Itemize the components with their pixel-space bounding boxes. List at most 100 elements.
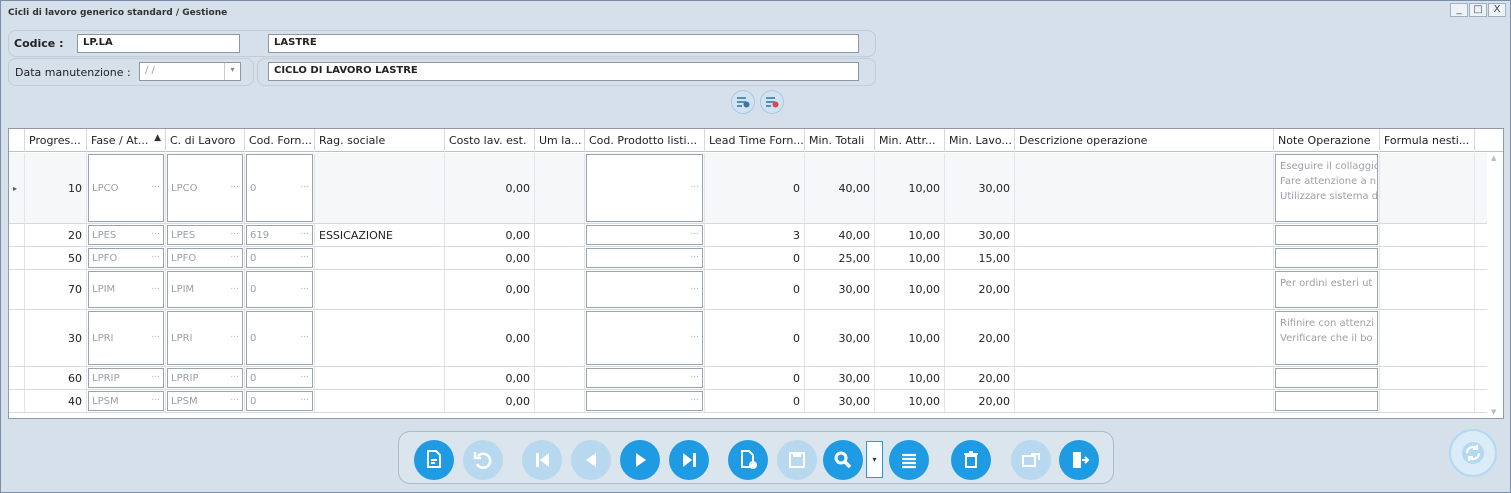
cell-desc[interactable] xyxy=(1015,367,1274,389)
cell-form[interactable] xyxy=(1380,153,1475,223)
cell-cdl[interactable]: LPSM ··· xyxy=(166,390,245,412)
col-header-descrizione[interactable]: Descrizione operazione xyxy=(1015,129,1274,152)
cell-prod[interactable]: ··· xyxy=(585,247,705,269)
cod-prodotto-input[interactable]: ··· xyxy=(586,311,703,365)
col-header-rag-sociale[interactable]: Rag. sociale xyxy=(315,129,445,152)
col-header-fase[interactable]: Fase / At... ▲ xyxy=(87,129,166,152)
lookup-ellipsis-icon[interactable]: ··· xyxy=(690,230,699,240)
cell-rag[interactable] xyxy=(315,310,445,366)
cell-costo[interactable]: 0,00 xyxy=(445,224,535,246)
cell-cdl[interactable]: LPRIP ··· xyxy=(166,367,245,389)
cdl-input[interactable]: LPCO ··· xyxy=(167,154,243,222)
lookup-ellipsis-icon[interactable]: ··· xyxy=(300,183,309,193)
scroll-up-arrow[interactable]: ▲ xyxy=(1491,154,1496,162)
cell-um[interactable] xyxy=(535,153,585,223)
ciclo-description-input[interactable]: CICLO DI LAVORO LASTRE xyxy=(268,62,859,81)
cell-costo[interactable]: 0,00 xyxy=(445,390,535,412)
cell-rag[interactable] xyxy=(315,247,445,269)
col-header-min-lavo[interactable]: Min. Lavo... xyxy=(945,129,1015,152)
cell-prog[interactable]: 30 xyxy=(25,310,87,366)
cell-um[interactable] xyxy=(535,367,585,389)
add-row-button[interactable] xyxy=(731,90,755,114)
note-operazione-memo[interactable]: Per ordini esteri ut xyxy=(1275,271,1378,308)
cell-prod[interactable]: ··· xyxy=(585,310,705,366)
search-dropdown-arrow[interactable]: ▾ xyxy=(866,441,883,478)
cod-prodotto-input[interactable]: ··· xyxy=(586,391,703,411)
lookup-ellipsis-icon[interactable]: ··· xyxy=(300,373,309,383)
cell-desc[interactable] xyxy=(1015,247,1274,269)
note-operazione-memo[interactable]: Eseguire il collaggio Fare attenzione a n… xyxy=(1275,154,1378,222)
forn-input[interactable]: 619 ··· xyxy=(246,225,313,245)
cell-tot[interactable]: 30,00 xyxy=(805,310,875,366)
cell-forn[interactable]: 0 ··· xyxy=(245,310,315,366)
cell-rag[interactable] xyxy=(315,270,445,309)
cdl-input[interactable]: LPES ··· xyxy=(167,225,243,245)
cell-costo[interactable]: 0,00 xyxy=(445,247,535,269)
cell-costo[interactable]: 0,00 xyxy=(445,310,535,366)
cell-lav[interactable]: 20,00 xyxy=(945,367,1015,389)
lookup-ellipsis-icon[interactable]: ··· xyxy=(690,183,699,193)
cell-lead[interactable]: 0 xyxy=(705,310,805,366)
table-row[interactable]: 20 LPES ··· LPES ··· 619 ··· ESSICAZIONE 0,00 ···… xyxy=(9,224,1487,247)
cell-fase[interactable]: LPRI ··· xyxy=(87,310,166,366)
col-header-cod-prodotto[interactable]: Cod. Prodotto listi... xyxy=(585,129,705,152)
cell-attr[interactable]: 10,00 xyxy=(875,390,945,412)
cell-lead[interactable]: 3 xyxy=(705,224,805,246)
lookup-ellipsis-icon[interactable]: ··· xyxy=(230,284,239,294)
cell-prod[interactable]: ··· xyxy=(585,390,705,412)
fase-input[interactable]: LPIM ··· xyxy=(88,271,164,308)
note-operazione-memo[interactable] xyxy=(1275,225,1378,245)
col-header-formula[interactable]: Formula nesti... xyxy=(1380,129,1475,152)
first-record-button[interactable] xyxy=(522,440,562,480)
close-button[interactable]: X xyxy=(1488,3,1506,17)
cell-costo[interactable]: 0,00 xyxy=(445,153,535,223)
cell-attr[interactable]: 10,00 xyxy=(875,367,945,389)
cell-prog[interactable]: 10 xyxy=(25,153,87,223)
forn-input[interactable]: 0 ··· xyxy=(246,391,313,411)
cell-prod[interactable]: ··· xyxy=(585,153,705,223)
vertical-scrollbar[interactable]: ▲ ▼ xyxy=(1487,152,1503,418)
export-button[interactable] xyxy=(1011,440,1051,480)
cell-desc[interactable] xyxy=(1015,390,1274,412)
cell-um[interactable] xyxy=(535,310,585,366)
lookup-ellipsis-icon[interactable]: ··· xyxy=(690,333,699,343)
delete-button[interactable] xyxy=(951,440,991,480)
cell-lead[interactable]: 0 xyxy=(705,367,805,389)
lookup-ellipsis-icon[interactable]: ··· xyxy=(690,284,699,294)
cell-attr[interactable]: 10,00 xyxy=(875,270,945,309)
cell-forn[interactable]: 0 ··· xyxy=(245,270,315,309)
lookup-ellipsis-icon[interactable]: ··· xyxy=(230,333,239,343)
cell-costo[interactable]: 0,00 xyxy=(445,270,535,309)
cell-lav[interactable]: 20,00 xyxy=(945,270,1015,309)
lookup-ellipsis-icon[interactable]: ··· xyxy=(230,183,239,193)
forn-input[interactable]: 0 ··· xyxy=(246,154,313,222)
cell-lav[interactable]: 20,00 xyxy=(945,390,1015,412)
lookup-ellipsis-icon[interactable]: ··· xyxy=(300,333,309,343)
fase-input[interactable]: LPRI ··· xyxy=(88,311,164,365)
delete-row-button[interactable] xyxy=(760,90,784,114)
cell-note[interactable]: Rifinire con attenzi Verificare che il bo xyxy=(1274,310,1380,366)
cell-form[interactable] xyxy=(1380,310,1475,366)
lookup-ellipsis-icon[interactable]: ··· xyxy=(300,396,309,406)
exit-button[interactable] xyxy=(1059,440,1099,480)
cell-tot[interactable]: 40,00 xyxy=(805,224,875,246)
cell-cdl[interactable]: LPES ··· xyxy=(166,224,245,246)
lookup-ellipsis-icon[interactable]: ··· xyxy=(151,183,160,193)
cell-tot[interactable]: 40,00 xyxy=(805,153,875,223)
cell-form[interactable] xyxy=(1380,390,1475,412)
next-record-button[interactable] xyxy=(620,440,660,480)
scroll-down-arrow[interactable]: ▼ xyxy=(1491,408,1496,416)
lookup-ellipsis-icon[interactable]: ··· xyxy=(300,253,309,263)
cell-desc[interactable] xyxy=(1015,153,1274,223)
cell-prog[interactable]: 70 xyxy=(25,270,87,309)
lookup-ellipsis-icon[interactable]: ··· xyxy=(690,373,699,383)
cell-um[interactable] xyxy=(535,390,585,412)
cell-prog[interactable]: 40 xyxy=(25,390,87,412)
cell-um[interactable] xyxy=(535,270,585,309)
note-operazione-memo[interactable] xyxy=(1275,391,1378,411)
lookup-ellipsis-icon[interactable]: ··· xyxy=(151,230,160,240)
cell-note[interactable]: Per ordini esteri ut xyxy=(1274,270,1380,309)
table-row[interactable]: ▸ 10 LPCO ··· LPCO ··· 0 ··· 0,00 ··· 0 40,00 10,00 3… xyxy=(9,153,1487,224)
cdl-input[interactable]: LPFO ··· xyxy=(167,248,243,268)
cell-um[interactable] xyxy=(535,224,585,246)
